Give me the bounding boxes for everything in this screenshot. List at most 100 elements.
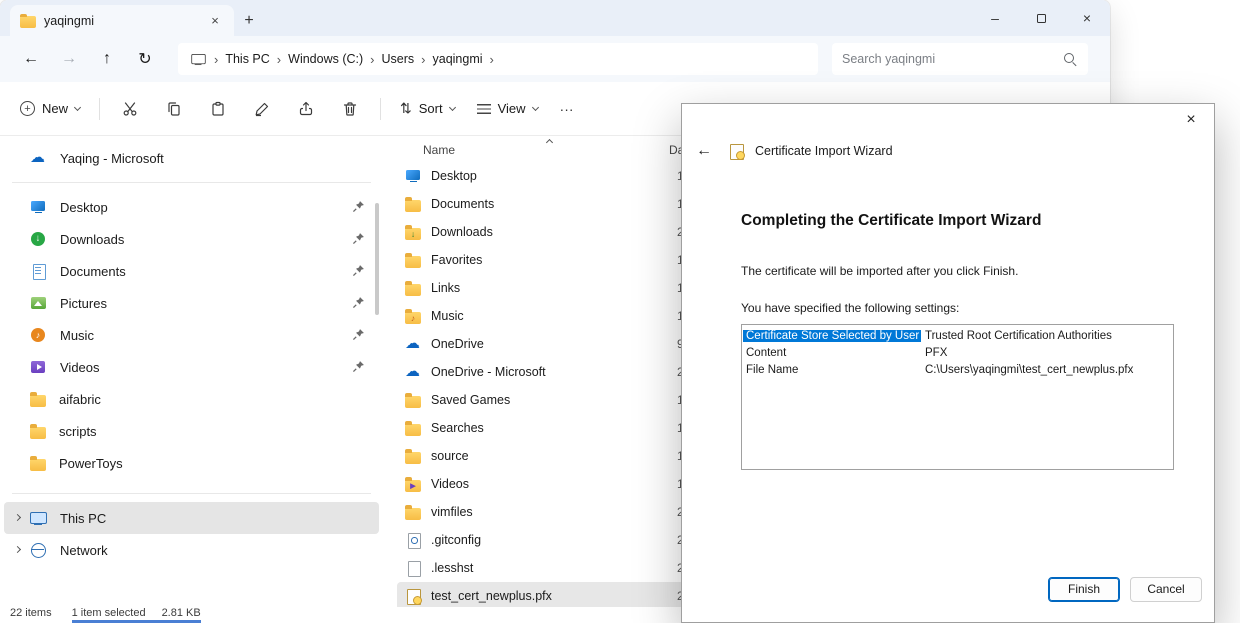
setting-key: Certificate Store Selected by User	[743, 330, 921, 342]
wizard-footer: Finish Cancel	[682, 570, 1214, 622]
sidebar-label: Videos	[60, 360, 100, 375]
breadcrumb-users[interactable]: Users	[382, 52, 415, 66]
sidebar-item-onedrive-account[interactable]: Yaqing - Microsoft	[4, 142, 379, 174]
maximize-button[interactable]	[1018, 0, 1064, 36]
cancel-button[interactable]: Cancel	[1130, 577, 1202, 602]
back-arrow-icon[interactable]: ←	[696, 142, 718, 160]
file-name: Saved Games	[431, 393, 677, 407]
search-input[interactable]	[842, 52, 1063, 66]
dialog-close-icon[interactable]: ×	[1174, 108, 1208, 132]
new-label: New	[42, 101, 68, 116]
sidebar-item-desktop[interactable]: Desktop	[4, 191, 379, 223]
cut-button[interactable]	[109, 91, 151, 127]
file-name: Videos	[431, 477, 677, 491]
breadcrumb-windows-c[interactable]: Windows (C:)	[288, 52, 363, 66]
view-button[interactable]: View	[467, 91, 548, 127]
copy-button[interactable]	[153, 91, 195, 127]
breadcrumb[interactable]: › This PC › Windows (C:) › Users › yaqin…	[178, 43, 818, 75]
wizard-heading: Completing the Certificate Import Wizard	[741, 212, 1174, 230]
minimize-button[interactable]: –	[972, 0, 1018, 36]
folder-icon	[30, 427, 46, 439]
chevron-expand-icon[interactable]	[14, 546, 21, 553]
sidebar-label: scripts	[59, 424, 97, 439]
divider	[380, 98, 381, 120]
status-bar: 22 items 1 item selected 2.81 KB	[0, 607, 201, 623]
folder-icon	[30, 459, 46, 471]
column-header-name[interactable]: Name	[423, 143, 455, 157]
navigation-pane: Yaqing - Microsoft Desktop Downloads Doc…	[0, 137, 383, 607]
search-icon	[1063, 52, 1078, 67]
paste-icon	[210, 101, 226, 117]
chevron-right-icon: ›	[421, 52, 425, 67]
copy-icon	[166, 101, 182, 117]
navigation-bar: ← → ↑ ↻ › This PC › Windows (C:) › Users…	[0, 36, 1110, 82]
pin-icon	[352, 296, 365, 309]
settings-row-store[interactable]: Certificate Store Selected by User Trust…	[743, 327, 1172, 344]
folder-icon	[405, 396, 421, 408]
sidebar-item-music[interactable]: Music	[4, 319, 379, 351]
music-folder-icon	[405, 312, 421, 324]
this-pc-icon	[191, 53, 205, 66]
setting-value: C:\Users\yaqingmi\test_cert_newplus.pfx	[921, 364, 1137, 376]
sidebar-label: Music	[60, 328, 94, 343]
breadcrumb-this-pc[interactable]: This PC	[225, 52, 269, 66]
settings-row-content[interactable]: Content PFX	[743, 344, 1172, 361]
sidebar-label: Documents	[60, 264, 126, 279]
tab-title: yaqingmi	[44, 14, 94, 28]
forward-button[interactable]: →	[50, 43, 88, 75]
search-box[interactable]	[832, 43, 1088, 75]
dialog-titlebar[interactable]: ×	[682, 104, 1214, 134]
chevron-right-icon: ›	[214, 52, 218, 67]
setting-value: Trusted Root Certification Authorities	[921, 330, 1116, 342]
sidebar-item-this-pc[interactable]: This PC	[4, 502, 379, 534]
sidebar-label: aifabric	[59, 392, 101, 407]
delete-button[interactable]	[329, 91, 371, 127]
sort-button[interactable]: ⇅ Sort	[390, 91, 465, 127]
back-button[interactable]: ←	[12, 43, 50, 75]
close-button[interactable]: ×	[1064, 0, 1110, 36]
onedrive-account-label: Yaqing - Microsoft	[60, 151, 164, 166]
folder-icon	[405, 508, 421, 520]
refresh-button[interactable]: ↻	[126, 43, 164, 75]
sidebar-item-videos[interactable]: Videos	[4, 351, 379, 383]
desktop-icon	[405, 169, 422, 184]
setting-value: PFX	[921, 347, 951, 359]
more-button[interactable]: ···	[550, 91, 584, 127]
sidebar-item-powertoys[interactable]: PowerToys	[4, 447, 379, 479]
sidebar-item-network[interactable]: Network	[4, 534, 379, 566]
more-icon: ···	[560, 101, 574, 117]
sidebar-scrollbar[interactable]	[375, 203, 379, 315]
new-tab-button[interactable]: +	[234, 6, 264, 36]
folder-icon	[405, 424, 421, 436]
settings-row-filename[interactable]: File Name C:\Users\yaqingmi\test_cert_ne…	[743, 361, 1172, 378]
settings-list[interactable]: Certificate Store Selected by User Trust…	[741, 324, 1174, 470]
wizard-body: Completing the Certificate Import Wizard…	[682, 168, 1214, 570]
cut-icon	[122, 101, 138, 117]
rename-button[interactable]	[241, 91, 283, 127]
sidebar-item-aifabric[interactable]: aifabric	[4, 383, 379, 415]
onedrive-icon	[405, 337, 422, 352]
paste-button[interactable]	[197, 91, 239, 127]
file-name: .gitconfig	[431, 533, 677, 547]
share-icon	[298, 101, 314, 117]
sidebar-item-pictures[interactable]: Pictures	[4, 287, 379, 319]
breadcrumb-yaqingmi[interactable]: yaqingmi	[433, 52, 483, 66]
tab-close-icon[interactable]: ×	[204, 10, 226, 32]
file-name: OneDrive	[431, 337, 677, 351]
pin-icon	[352, 232, 365, 245]
chevron-right-icon: ›	[370, 52, 374, 67]
new-button[interactable]: + New	[10, 91, 90, 127]
sort-ascending-icon	[546, 139, 553, 146]
sidebar-label: PowerToys	[59, 456, 123, 471]
sidebar-item-scripts[interactable]: scripts	[4, 415, 379, 447]
share-button[interactable]	[285, 91, 327, 127]
finish-button[interactable]: Finish	[1048, 577, 1120, 602]
explorer-tab[interactable]: yaqingmi ×	[10, 5, 234, 36]
chevron-down-icon	[74, 103, 81, 110]
chevron-expand-icon[interactable]	[14, 514, 21, 521]
sidebar-item-documents[interactable]: Documents	[4, 255, 379, 287]
sidebar-item-downloads[interactable]: Downloads	[4, 223, 379, 255]
file-name: Music	[431, 309, 677, 323]
up-button[interactable]: ↑	[88, 43, 126, 75]
chevron-right-icon: ›	[277, 52, 281, 67]
